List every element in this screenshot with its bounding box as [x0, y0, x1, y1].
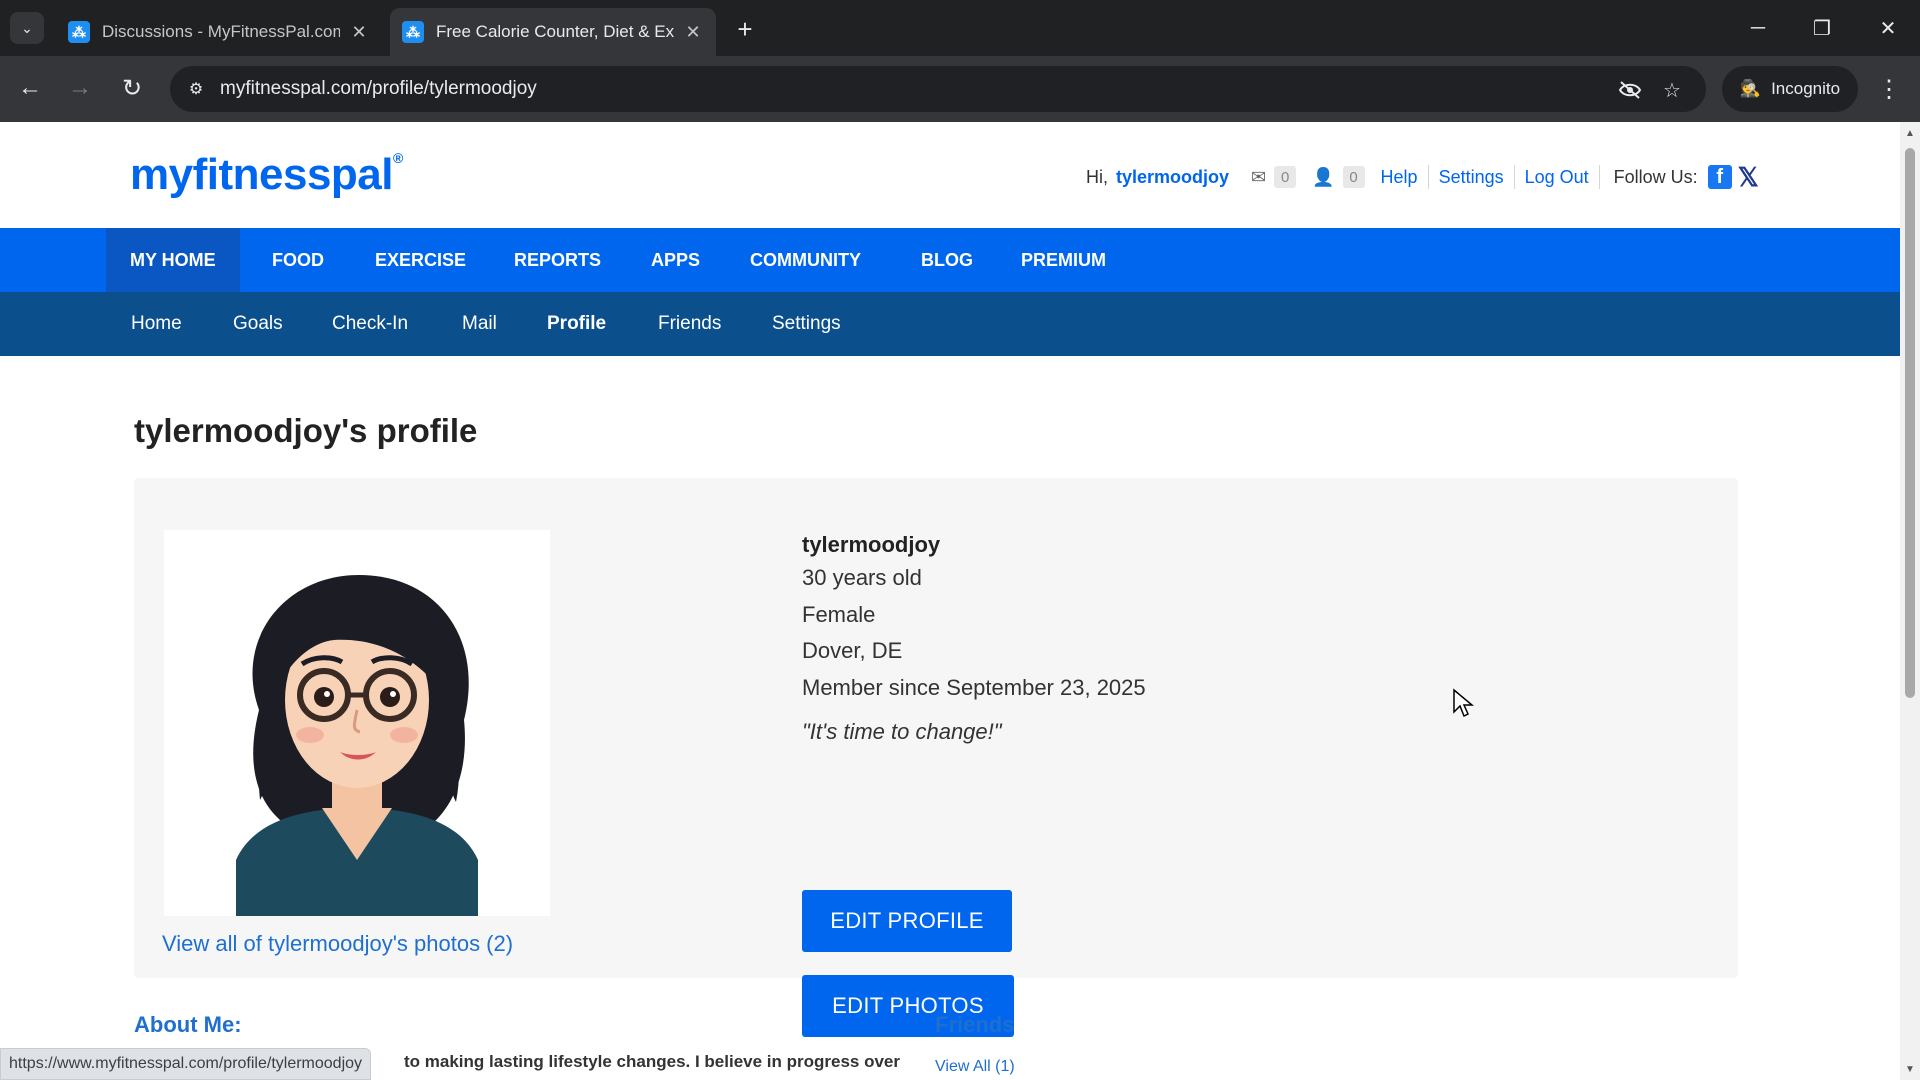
browser-menu-icon[interactable]: ⋮ [1874, 71, 1904, 107]
profile-member-since: Member since September 23, 2025 [802, 674, 1146, 700]
browser-tab-calorie-counter[interactable]: ⁂ Free Calorie Counter, Diet & Ex ✕ [390, 8, 716, 56]
close-icon[interactable]: ✕ [682, 21, 704, 43]
nav-apps[interactable]: APPS [651, 228, 700, 292]
help-link[interactable]: Help [1381, 167, 1418, 188]
about-me-heading: About Me: [134, 1012, 242, 1037]
mail-icon[interactable]: ✉ [1251, 167, 1266, 188]
divider [1513, 165, 1515, 189]
avatar[interactable] [164, 530, 550, 916]
avatar-illustration [236, 575, 478, 916]
sub-navigation: Home Goals Check-In Mail Profile Friends… [0, 292, 1900, 356]
subnav-goals[interactable]: Goals [233, 292, 283, 356]
subnav-check-in[interactable]: Check-In [332, 292, 408, 356]
view-photos-link[interactable]: View all of tylermoodjoy's photos (2) [162, 931, 513, 957]
chevron-down-icon: ⌄ [21, 19, 33, 36]
profile-location: Dover, DE [802, 638, 903, 663]
bookmark-star-icon[interactable]: ☆ [1658, 76, 1686, 104]
url-text[interactable]: myfitnesspal.com/profile/tylermoodjoy [220, 78, 537, 100]
status-url: https://www.myfitnesspal.com/profile/tyl… [9, 1055, 363, 1072]
site-settings-icon[interactable]: ⚙ [184, 77, 208, 101]
site-logo[interactable]: myfitnesspal® [130, 150, 403, 200]
incognito-label: Incognito [1771, 79, 1841, 98]
browser-toolbar: ← → ↻ ⚙ myfitnesspal.com/profile/tylermo… [0, 56, 1920, 122]
friend-request-count: 0 [1342, 166, 1365, 188]
username-link[interactable]: tylermoodjoy [1116, 167, 1229, 188]
edit-profile-button[interactable]: EDIT PROFILE [802, 890, 1012, 952]
subnav-profile[interactable]: Profile [547, 292, 606, 356]
profile-card: View all of tylermoodjoy's photos (2) ty… [134, 478, 1738, 1037]
eye-off-icon[interactable] [1616, 76, 1644, 104]
nav-premium[interactable]: PREMIUM [1021, 228, 1106, 292]
tab-title: Discussions - MyFitnessPal.com [102, 22, 340, 41]
subnav-mail[interactable]: Mail [462, 292, 497, 356]
back-icon[interactable]: ← [12, 70, 48, 106]
nav-blog[interactable]: BLOG [921, 228, 973, 292]
nav-exercise[interactable]: EXERCISE [375, 228, 466, 292]
follow-us-label: Follow Us: [1613, 166, 1698, 187]
reload-icon[interactable]: ↻ [114, 70, 150, 106]
subnav-home[interactable]: Home [131, 292, 182, 356]
address-bar[interactable]: ⚙ myfitnesspal.com/profile/tylermoodjoy … [170, 66, 1706, 112]
view-all-friends-link[interactable]: View All (1) [935, 1058, 1015, 1076]
scroll-up-icon[interactable]: ▲ [1903, 126, 1917, 140]
page-title: tylermoodjoy's profile [134, 412, 478, 449]
nav-community[interactable]: COMMUNITY [750, 228, 861, 292]
myfitnesspal-favicon: ⁂ [402, 21, 424, 43]
x-twitter-icon[interactable]: 𝕏 [1738, 162, 1759, 193]
incognito-icon: 🕵 [1739, 79, 1762, 98]
forward-icon[interactable]: → [62, 70, 98, 106]
nav-my-home[interactable]: MY HOME [106, 228, 240, 292]
profile-motto: "It's time to change!" [802, 719, 1002, 744]
user-toolbar: Hi, tylermoodjoy ✉ 0 👤 0 Help Settings L… [1086, 162, 1759, 192]
nav-food[interactable]: FOOD [272, 228, 324, 292]
divider [1598, 165, 1600, 189]
profile-info: tylermoodjoy 30 years old Female Dover, … [802, 530, 1146, 754]
myfitnesspal-favicon: ⁂ [68, 21, 90, 43]
scroll-down-icon[interactable]: ▼ [1903, 1062, 1917, 1076]
minimize-icon[interactable]: ─ [1736, 10, 1780, 46]
browser-tab-strip: ⌄ ⁂ Discussions - MyFitnessPal.com ✕ ⁂ F… [0, 0, 1920, 56]
profile-name: tylermoodjoy [802, 532, 941, 557]
web-page: myfitnesspal® Hi, tylermoodjoy ✉ 0 👤 0 H… [0, 122, 1900, 1080]
browser-tab-discussions[interactable]: ⁂ Discussions - MyFitnessPal.com ✕ [56, 8, 382, 56]
profile-gender: Female [802, 601, 876, 627]
about-me-text: to making lasting lifestyle changes. I b… [404, 1052, 900, 1071]
mail-count: 0 [1274, 166, 1297, 188]
window-close-icon[interactable]: ✕ [1866, 10, 1910, 46]
subnav-friends[interactable]: Friends [658, 292, 721, 356]
profile-age: 30 years old [802, 565, 922, 590]
friends-heading: Friends [935, 1012, 1015, 1037]
tab-title: Free Calorie Counter, Diet & Ex [436, 22, 674, 41]
new-tab-button[interactable]: + [730, 14, 760, 44]
logout-link[interactable]: Log Out [1525, 167, 1589, 188]
tab-search-button[interactable]: ⌄ [10, 12, 44, 44]
incognito-indicator[interactable]: 🕵 Incognito [1722, 66, 1858, 112]
registered-mark: ® [392, 150, 403, 166]
page-scrollbar[interactable]: ▲ ▼ [1900, 122, 1920, 1080]
main-navigation: MY HOME FOOD EXERCISE REPORTS APPS COMMU… [0, 228, 1900, 292]
divider [1427, 165, 1429, 189]
close-icon[interactable]: ✕ [348, 21, 370, 43]
subnav-settings[interactable]: Settings [772, 292, 841, 356]
facebook-icon[interactable]: f [1707, 165, 1732, 189]
logo-text: myfitnesspal [130, 150, 393, 199]
mouse-cursor-icon [1453, 688, 1474, 718]
settings-link[interactable]: Settings [1439, 167, 1504, 188]
link-status-bar: https://www.myfitnesspal.com/profile/tyl… [0, 1048, 372, 1080]
scrollbar-thumb[interactable] [1905, 148, 1915, 698]
greeting: Hi, [1086, 166, 1108, 187]
friend-request-icon[interactable]: 👤 [1312, 167, 1334, 188]
nav-reports[interactable]: REPORTS [514, 228, 601, 292]
restore-icon[interactable]: ❐ [1800, 10, 1844, 46]
